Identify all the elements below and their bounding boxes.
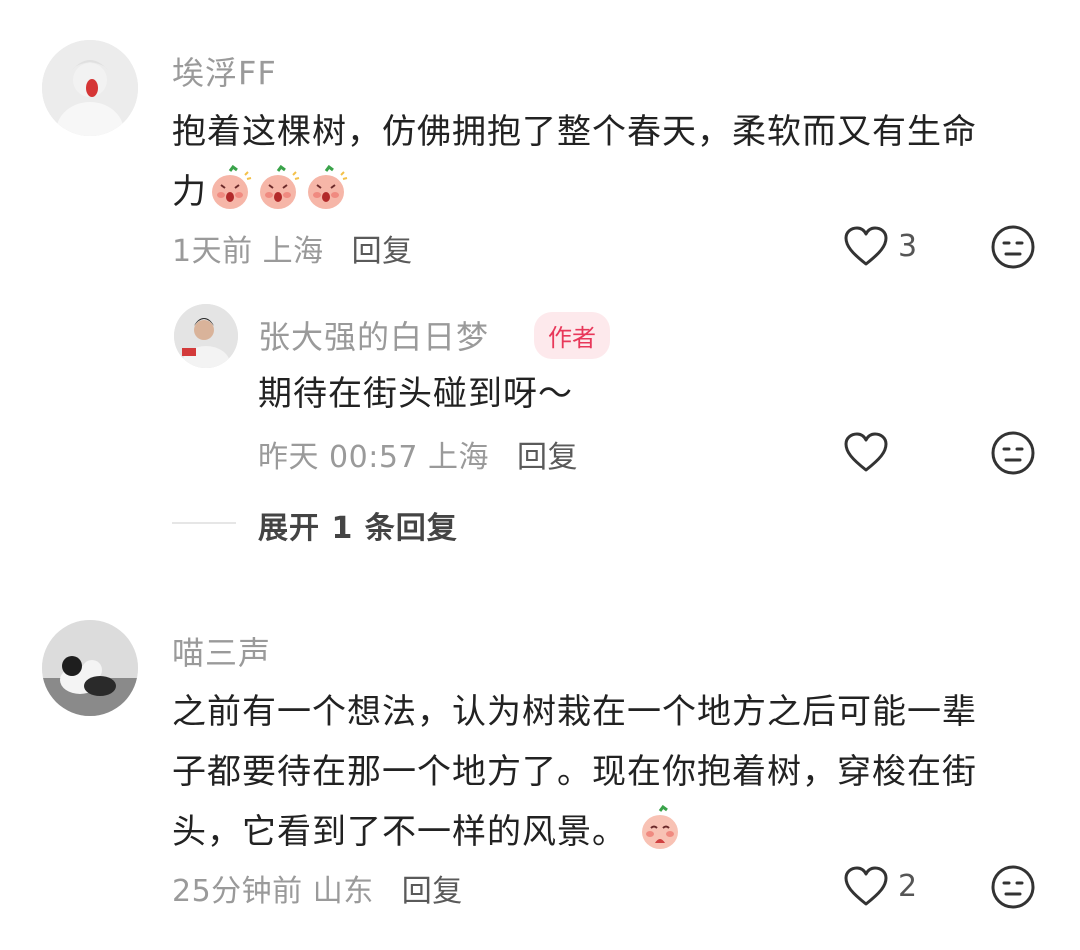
comment-text-1-line-2: 力: [172, 162, 1052, 222]
comment-text-1: 抱着这棵树，仿佛拥抱了整个春天，柔软而又有生命 力: [172, 102, 1052, 222]
reply-button-reply-1[interactable]: 回复: [517, 440, 578, 475]
comment-text-2: 之前有一个想法，认为树栽在一个地方之后可能一辈 子都要待在那一个地方了。现在你抱…: [172, 682, 1052, 862]
peach-shy-emoji: [642, 805, 678, 849]
comment-meta-1: 1天前 上海 回复: [172, 226, 413, 270]
comment-time-location-2: 25分钟前 山东: [172, 874, 374, 909]
like-button-2[interactable]: 2: [842, 864, 917, 908]
like-count-1: 3: [898, 228, 918, 264]
username-reply-1[interactable]: 张大强的白日梦: [258, 312, 489, 358]
reply-time-location-1: 昨天 00:57 上海: [258, 440, 490, 475]
reply-text-1: 期待在街头碰到呀～: [258, 374, 573, 414]
meh-face-icon[interactable]: [990, 864, 1036, 910]
reply-meta-1: 昨天 00:57 上海 回复: [258, 432, 578, 476]
comment-text-2-line-2: 子都要待在那一个地方了。现在你抱着树，穿梭在街: [172, 752, 977, 792]
comment-meta-2: 25分钟前 山东 回复: [172, 866, 463, 910]
comment-time-location-1: 1天前 上海: [172, 234, 324, 269]
avatar-comment-2[interactable]: [42, 620, 138, 716]
username-comment-1[interactable]: 埃浮FF: [172, 48, 277, 94]
reply-button-2[interactable]: 回复: [402, 874, 463, 909]
comment-text-2-line-1: 之前有一个想法，认为树栽在一个地方之后可能一辈: [172, 692, 977, 732]
comment-text-2-line-3: 头，它看到了不一样的风景。: [172, 802, 1052, 862]
meh-face-icon[interactable]: [990, 224, 1036, 270]
reply-button-1[interactable]: 回复: [352, 234, 413, 269]
heart-outline-icon: [844, 866, 888, 906]
comment-text-1-tail: 力: [172, 172, 207, 212]
like-button-reply-1[interactable]: [842, 430, 898, 474]
avatar-image-2: [42, 620, 138, 716]
like-count-2: 2: [898, 868, 918, 904]
heart-outline-icon: [844, 226, 888, 266]
comment-text-1-line-1: 抱着这棵树，仿佛拥抱了整个春天，柔软而又有生命: [172, 112, 977, 152]
avatar-reply-1[interactable]: [174, 304, 238, 368]
expand-replies-button[interactable]: 展开 1 条回复: [258, 503, 458, 547]
peach-shocked-emoji: [308, 165, 348, 209]
avatar-image-reply-1: [174, 304, 238, 368]
avatar-image-1: [42, 40, 138, 136]
expand-divider: [172, 522, 236, 524]
peach-shocked-emoji: [212, 165, 252, 209]
comment-text-2-tail: 头，它看到了不一样的风景。: [172, 812, 627, 852]
like-button-1[interactable]: 3: [842, 224, 917, 268]
author-badge: 作者: [534, 312, 610, 359]
meh-face-icon[interactable]: [990, 430, 1036, 476]
username-comment-2[interactable]: 喵三声: [172, 628, 271, 674]
emoji-group-1: [207, 165, 351, 212]
peach-shocked-emoji: [260, 165, 300, 209]
heart-outline-icon: [844, 432, 888, 472]
avatar-comment-1[interactable]: [42, 40, 138, 136]
